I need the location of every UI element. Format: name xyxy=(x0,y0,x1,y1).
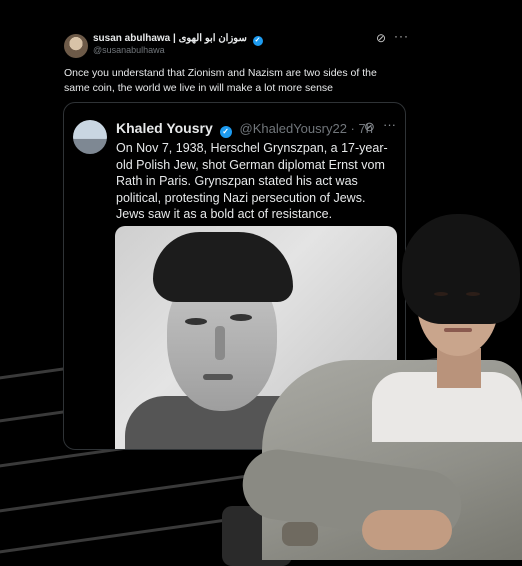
more-options-icon[interactable]: ··· xyxy=(394,29,409,43)
quote-author-handle[interactable]: @KhaledYousry22 · 7h xyxy=(240,121,373,136)
eye-shape xyxy=(466,292,480,296)
photo-eye-shape xyxy=(185,318,207,325)
eye-shape xyxy=(434,292,448,296)
quote-author-name[interactable]: Khaled Yousry xyxy=(116,120,213,136)
author-avatar[interactable] xyxy=(64,34,88,58)
woman-portrait xyxy=(222,210,522,566)
quote-author-avatar[interactable] xyxy=(73,120,107,154)
author-name[interactable]: susan abulhawa | سوزان ابو الهوى xyxy=(93,33,247,44)
grok-icon[interactable]: ⊘ xyxy=(364,119,375,135)
mouth-shape xyxy=(444,328,472,332)
quote-author-row[interactable]: Khaled Yousry ✓ @KhaledYousry22 · 7h xyxy=(116,120,373,138)
hand-shape xyxy=(362,510,452,550)
author-handle[interactable]: @susanabulhawa xyxy=(93,45,165,55)
hair-shape xyxy=(402,214,520,324)
bracelet-shape xyxy=(282,522,318,546)
verified-badge-icon: ✓ xyxy=(252,36,263,46)
verified-badge-icon: ✓ xyxy=(219,126,232,138)
tweet-text: Once you understand that Zionism and Naz… xyxy=(64,67,377,94)
more-options-icon[interactable]: ··· xyxy=(383,117,396,132)
grok-icon[interactable]: ⊘ xyxy=(376,31,386,45)
